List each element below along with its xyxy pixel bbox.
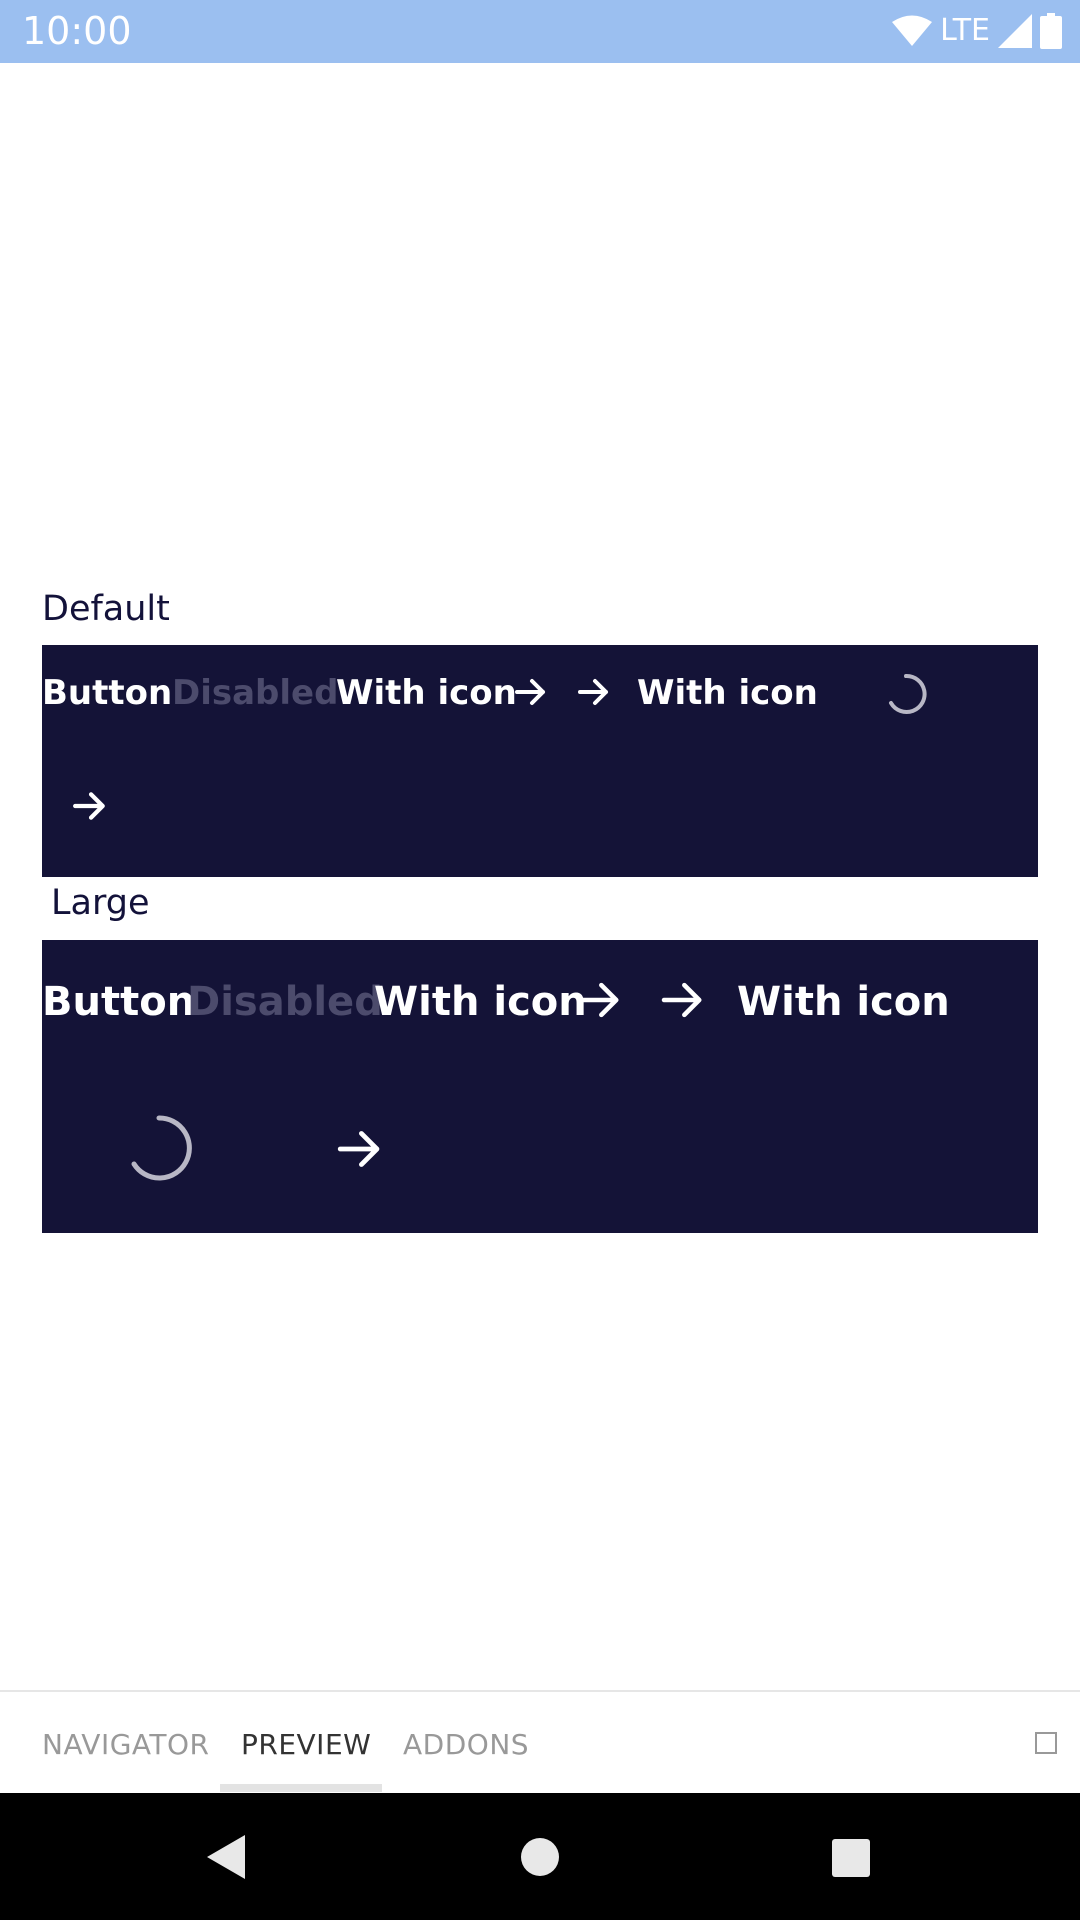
default-buttons-panel: Button Disabled With icon With icon	[42, 645, 1038, 877]
default-with-icon-before-label: With icon	[637, 673, 818, 713]
arrow-right-icon[interactable]	[336, 1125, 384, 1173]
large-with-icon-before-label: With icon	[737, 979, 950, 1025]
default-with-icon-before-button[interactable]: With icon	[637, 673, 818, 713]
default-disabled-button: Disabled	[172, 673, 339, 713]
status-time: 10:00	[22, 9, 132, 53]
tab-preview[interactable]: PREVIEW	[241, 1728, 371, 1761]
default-with-icon-after-button[interactable]: With icon	[336, 673, 517, 713]
battery-icon	[1040, 13, 1062, 49]
square-icon[interactable]	[1035, 1732, 1057, 1754]
bottom-tab-bar: NAVIGATOR PREVIEW ADDONS	[0, 1690, 1080, 1793]
large-with-icon-before-button[interactable]: With icon	[737, 978, 950, 1026]
large-with-icon-after-label: With icon	[374, 979, 587, 1025]
status-bar: 10:00 LTE	[0, 0, 1080, 63]
spinner-icon[interactable]	[126, 1115, 192, 1181]
large-with-icon-after-button[interactable]: With icon	[374, 978, 587, 1026]
arrow-right-icon[interactable]	[72, 788, 108, 824]
wifi-icon	[892, 15, 933, 46]
section-label-default: Default	[42, 589, 170, 629]
tab-navigator[interactable]: NAVIGATOR	[42, 1728, 210, 1761]
system-nav-bar	[0, 1793, 1080, 1920]
arrow-right-icon	[515, 679, 545, 705]
arrow-right-icon	[578, 679, 608, 705]
large-buttons-panel: Button Disabled With icon With icon	[42, 940, 1038, 1233]
default-button[interactable]: Button	[42, 673, 172, 713]
status-icons: LTE	[892, 12, 1062, 50]
back-icon[interactable]	[205, 1833, 247, 1881]
home-icon[interactable]	[520, 1837, 560, 1877]
spinner-icon[interactable]	[884, 672, 928, 716]
recents-icon[interactable]	[831, 1838, 871, 1878]
large-disabled-button: Disabled	[187, 979, 383, 1025]
tab-addons[interactable]: ADDONS	[403, 1728, 529, 1761]
signal-icon	[998, 14, 1032, 48]
default-with-icon-after-label: With icon	[336, 673, 517, 713]
arrow-right-icon	[578, 982, 619, 1018]
arrow-right-icon	[661, 982, 702, 1018]
section-label-large: Large	[51, 883, 150, 923]
network-type-label: LTE	[940, 13, 990, 48]
active-tab-indicator	[220, 1784, 382, 1792]
large-button[interactable]: Button	[42, 978, 195, 1026]
